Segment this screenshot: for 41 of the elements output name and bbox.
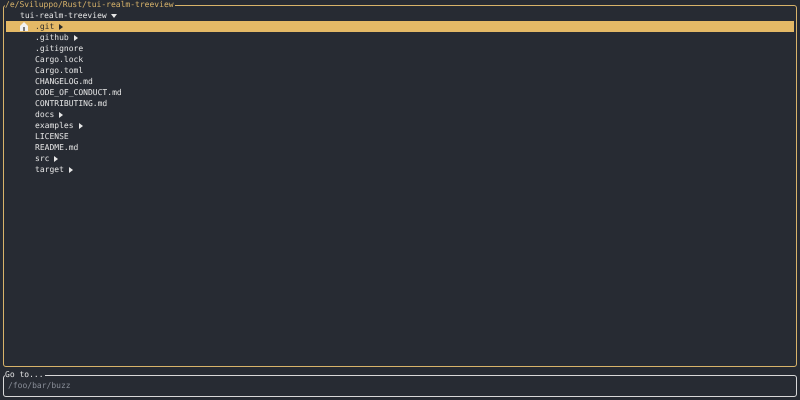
- caret-right-icon[interactable]: [58, 112, 64, 118]
- caret-right-icon[interactable]: [53, 156, 60, 162]
- item-label: CODE_OF_CONDUCT.md: [35, 87, 122, 98]
- goto-title: Go to...: [5, 370, 45, 380]
- item-label: src: [35, 153, 50, 164]
- caret-right-icon[interactable]: [68, 166, 74, 172]
- tree-item[interactable]: CONTRIBUTING.md: [6, 98, 794, 109]
- panel-title: /e/Sviluppo/Rust/tui-realm-treeview: [5, 0, 175, 10]
- item-label: target: [35, 164, 64, 175]
- tree-item[interactable]: .github: [6, 32, 794, 43]
- item-label: .github: [35, 32, 69, 43]
- caret-right-icon[interactable]: [58, 24, 64, 30]
- tree-item[interactable]: Cargo.lock: [6, 54, 794, 65]
- tree-item[interactable]: README.md: [6, 142, 794, 153]
- tree-item[interactable]: .git: [6, 21, 794, 32]
- tree-item[interactable]: examples: [6, 120, 794, 131]
- item-label: examples: [35, 120, 74, 131]
- tree-item[interactable]: docs: [6, 109, 794, 120]
- item-label: .git: [35, 21, 54, 32]
- tree-item[interactable]: Cargo.toml: [6, 65, 794, 76]
- item-label: .gitignore: [35, 43, 84, 54]
- item-label: CONTRIBUTING.md: [35, 98, 108, 109]
- tree-item[interactable]: CODE_OF_CONDUCT.md: [6, 87, 794, 98]
- item-label: docs: [35, 109, 54, 120]
- caret-right-icon[interactable]: [72, 34, 79, 40]
- tree-item[interactable]: tui-realm-treeview: [6, 10, 794, 21]
- caret-right-icon[interactable]: [78, 122, 84, 128]
- caret-down-icon[interactable]: [110, 12, 117, 18]
- item-label: CHANGELOG.md: [35, 76, 93, 87]
- tree-item[interactable]: LICENSE: [6, 131, 794, 142]
- item-label: README.md: [35, 142, 78, 153]
- tree-item[interactable]: target: [6, 164, 794, 175]
- item-label: Cargo.toml: [35, 65, 84, 76]
- input-field[interactable]: /foo/bar/buzz: [8, 380, 308, 391]
- item-label: LICENSE: [35, 131, 69, 142]
- tree-item[interactable]: CHANGELOG.md: [6, 76, 794, 87]
- cursor-icon: [20, 22, 28, 31]
- item-label: tui-realm-treeview: [20, 10, 107, 21]
- item-label: Cargo.lock: [35, 54, 84, 65]
- tree-item[interactable]: src: [6, 153, 794, 164]
- tree-item[interactable]: .gitignore: [6, 43, 794, 54]
